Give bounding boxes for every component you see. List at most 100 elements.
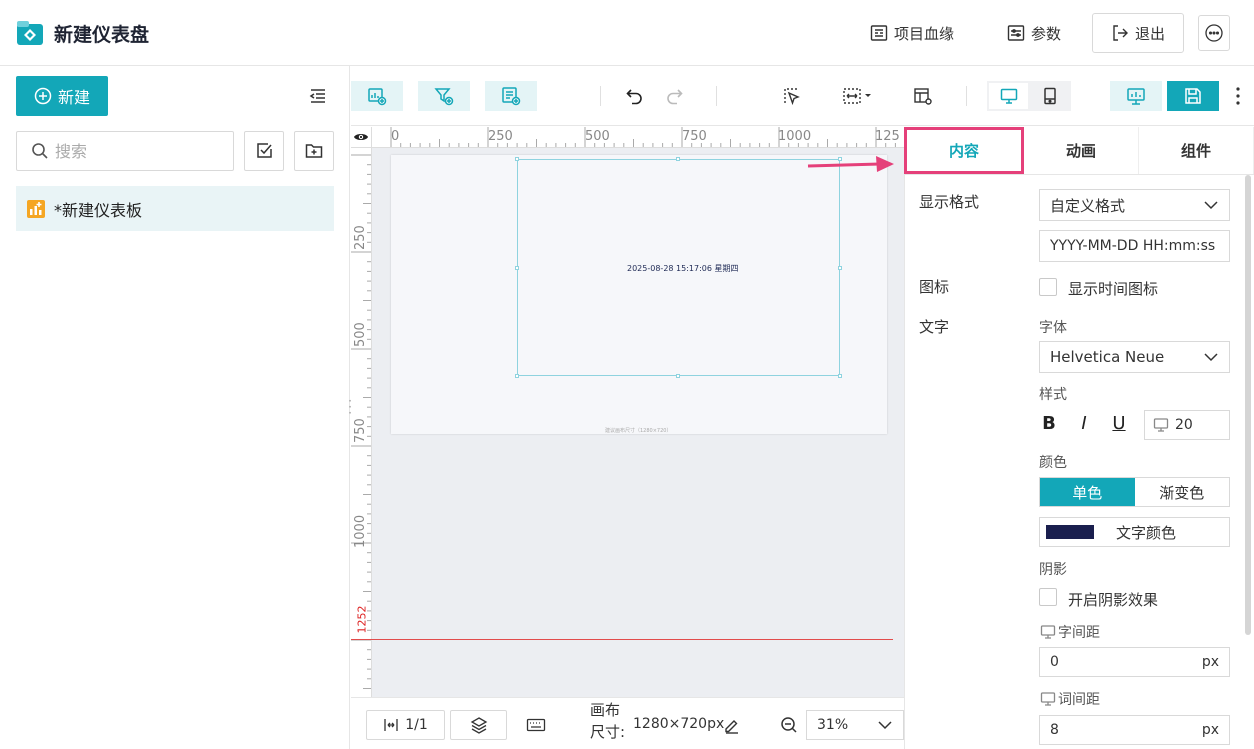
tab-content[interactable]: 内容 [904,127,1024,174]
batch-select-button[interactable] [244,131,284,171]
desktop-icon [1000,87,1018,105]
zoom-value: 31% [817,717,849,733]
keyboard-icon [526,717,546,733]
color-mode-solid[interactable]: 单色 [1040,478,1135,506]
display-format-value: 自定义格式 [1050,196,1126,215]
resize-handle[interactable] [676,157,680,161]
collapse-menu-icon[interactable] [309,87,327,105]
zoom-select[interactable]: 31% [806,710,904,740]
text-section-label: 文字 [919,318,950,336]
font-family-select[interactable]: Helvetica Neue [1039,341,1230,373]
desktop-view-button[interactable] [989,83,1028,109]
undo-button[interactable] [622,81,648,111]
resize-handle[interactable] [676,374,680,378]
select-tool-button[interactable] [779,81,805,111]
page-title: 新建仪表盘 [54,24,150,46]
device-view-switch [987,81,1071,111]
search-icon [31,142,49,160]
font-label: 字体 [1039,320,1067,336]
ruler-y-label: 750 [353,418,368,443]
text-color-picker[interactable]: 文字颜色 [1039,517,1230,547]
bold-button[interactable]: B [1039,413,1059,434]
search-box[interactable] [16,131,234,171]
chevron-down-icon [1203,352,1219,362]
panel-scrollbar[interactable] [1245,175,1251,635]
panel-resize-handle[interactable]: · · · [344,395,356,419]
format-string-input[interactable]: YYYY-MM-DD HH:mm:ss [1039,230,1230,262]
page-navigator-button[interactable]: 1/1 [366,710,445,740]
select-pointer-icon [782,86,802,106]
project-lineage-label: 项目血缘 [894,24,955,43]
lineage-icon [870,24,888,42]
save-button[interactable] [1167,81,1219,111]
redo-icon [664,86,684,106]
eye-icon [353,131,369,143]
ruler-guide-marker: 1252 [351,601,372,637]
format-string-value: YYYY-MM-DD HH:mm:ss [1050,238,1216,254]
dashboard-file-icon [26,199,46,219]
new-button[interactable]: 新建 [16,76,108,116]
ruler-x-label: 500 [585,129,610,144]
text-color-swatch [1046,525,1094,539]
new-folder-button[interactable] [294,131,334,171]
folder-plus-icon [305,142,323,160]
layers-button[interactable] [450,710,507,740]
font-size-value: 20 [1175,417,1193,433]
shadow-enable-checkbox[interactable] [1039,588,1057,606]
tab-component[interactable]: 组件 [1139,127,1254,174]
add-filter-button[interactable] [418,81,470,111]
resize-handle[interactable] [838,374,842,378]
color-mode-switch: 单色 渐变色 [1039,477,1230,507]
resize-handle[interactable] [515,157,519,161]
tab-animation[interactable]: 动画 [1024,127,1139,174]
letter-spacing-label: 字间距 [1058,625,1100,641]
canvas-size-label: 画布尺寸: [590,701,626,741]
toolbar-more-icon[interactable] [1233,85,1243,107]
add-chart-button[interactable] [351,81,403,111]
font-size-input[interactable]: 20 [1144,410,1230,440]
tree-item-dashboard[interactable]: *新建仪表板 [16,186,334,231]
keyboard-shortcuts-button[interactable] [526,717,546,733]
mobile-view-button[interactable] [1030,83,1069,109]
ruler-guide-line[interactable] [351,639,893,640]
resize-handle[interactable] [515,374,519,378]
more-button[interactable] [1198,15,1230,51]
show-time-icon-checkbox[interactable] [1039,278,1057,296]
datetime-text: 2025-08-28 15:17:06 星期四 [627,264,739,273]
resize-handle[interactable] [515,266,519,270]
add-component-button[interactable] [485,81,537,111]
redo-button[interactable] [661,81,687,111]
zoom-out-icon[interactable] [780,716,798,734]
italic-button[interactable]: I [1074,413,1094,434]
align-dropdown-button[interactable] [840,81,874,111]
exit-button[interactable]: 退出 [1092,13,1184,53]
word-spacing-input[interactable]: 8 px [1039,715,1230,745]
component-add-icon [501,86,521,106]
display-format-select[interactable]: 自定义格式 [1039,189,1230,221]
letter-spacing-input[interactable]: 0 px [1039,647,1230,677]
style-label: 样式 [1039,387,1067,403]
toolbar-divider [600,86,601,106]
color-mode-gradient[interactable]: 渐变色 [1135,478,1230,506]
ruler-x-label: 250 [488,129,513,144]
property-tabs: 内容 动画 组件 [904,127,1254,175]
underline-button[interactable]: U [1109,413,1129,434]
layers-icon [470,716,488,734]
layout-settings-button[interactable] [910,81,936,111]
logout-icon [1111,24,1129,42]
project-lineage-button[interactable]: 项目血缘 [870,14,954,52]
search-input[interactable] [55,141,215,161]
ruler-x-label: 0 [391,129,399,144]
params-button[interactable]: 参数 [1007,14,1061,52]
display-format-label: 显示格式 [919,193,980,211]
preview-button[interactable] [1110,81,1162,111]
ruler-visibility-toggle[interactable] [351,127,372,148]
chevron-down-icon [877,720,893,730]
resize-handle[interactable] [838,266,842,270]
page-indicator: 1/1 [405,717,428,733]
desktop-icon [1040,691,1056,707]
ruler-guide-value: 1252 [355,605,368,633]
edit-canvas-size-icon[interactable] [723,716,741,734]
desktop-icon [1153,417,1169,433]
chart-add-icon [367,86,387,106]
